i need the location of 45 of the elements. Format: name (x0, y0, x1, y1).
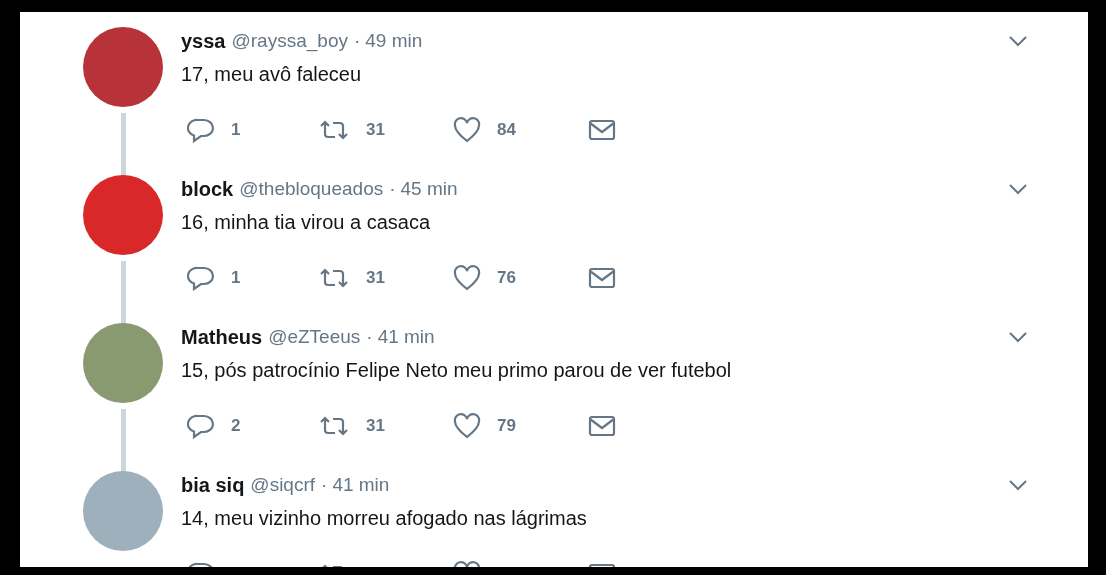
user-handle[interactable]: @eZTeeus (268, 322, 361, 352)
action-count: 31 (366, 415, 385, 438)
reply-icon[interactable] (187, 265, 215, 291)
separator-dot: · (389, 176, 396, 201)
tweet-text: 16, minha tia virou a casaca (181, 210, 432, 235)
tweet-text: 14, meu vizinho morreu afogado nas lágrimas (181, 506, 588, 531)
chevron-down-icon[interactable] (1008, 479, 1028, 491)
separator-dot: · (366, 324, 373, 349)
retweet-icon[interactable] (318, 414, 350, 438)
separator-dot: · (353, 28, 361, 53)
user-handle[interactable]: @rayssa_boy (231, 26, 348, 56)
action-count: 76 (497, 267, 516, 290)
user-handle[interactable]: @thebloqueados (239, 174, 384, 204)
action-count: 31 (366, 119, 385, 142)
chevron-down-icon[interactable] (1008, 331, 1028, 343)
mail-icon[interactable] (588, 118, 616, 142)
user-name[interactable]: block (181, 174, 234, 204)
tweet-time[interactable]: 49 min (365, 26, 423, 56)
user-name[interactable]: Matheus (181, 322, 263, 352)
reply-icon[interactable] (187, 413, 215, 439)
user-handle[interactable]: @siqcrf (250, 470, 316, 500)
heart-icon[interactable] (453, 117, 481, 143)
action-count: 31 (366, 267, 385, 290)
tweet-time[interactable]: 41 min (332, 470, 390, 500)
mail-icon[interactable] (588, 414, 616, 438)
action-count: 1 (231, 119, 241, 142)
separator-dot: · (321, 472, 328, 497)
reply-icon[interactable] (187, 117, 215, 143)
tweet-time[interactable]: 41 min (377, 322, 435, 352)
tweet-text: 17, meu avô faleceu (181, 62, 363, 87)
retweet-icon[interactable] (318, 118, 350, 142)
heart-icon[interactable] (453, 413, 481, 439)
user-name[interactable]: bia siq (181, 470, 245, 500)
heart-icon[interactable] (453, 265, 481, 291)
action-count: 84 (497, 119, 516, 142)
action-count: 2 (231, 415, 241, 438)
mail-icon[interactable] (588, 266, 616, 290)
user-name[interactable]: yssa (181, 26, 226, 56)
retweet-icon[interactable] (318, 266, 350, 290)
tweet-text: 15, pós patrocínio Felipe Neto meu primo parou de ver futebol (181, 358, 733, 383)
chevron-down-icon[interactable] (1008, 183, 1028, 195)
tweet-time[interactable]: 45 min (400, 174, 458, 204)
action-count: 1 (231, 267, 241, 290)
chevron-down-icon[interactable] (1008, 35, 1028, 47)
action-count: 79 (497, 415, 516, 438)
